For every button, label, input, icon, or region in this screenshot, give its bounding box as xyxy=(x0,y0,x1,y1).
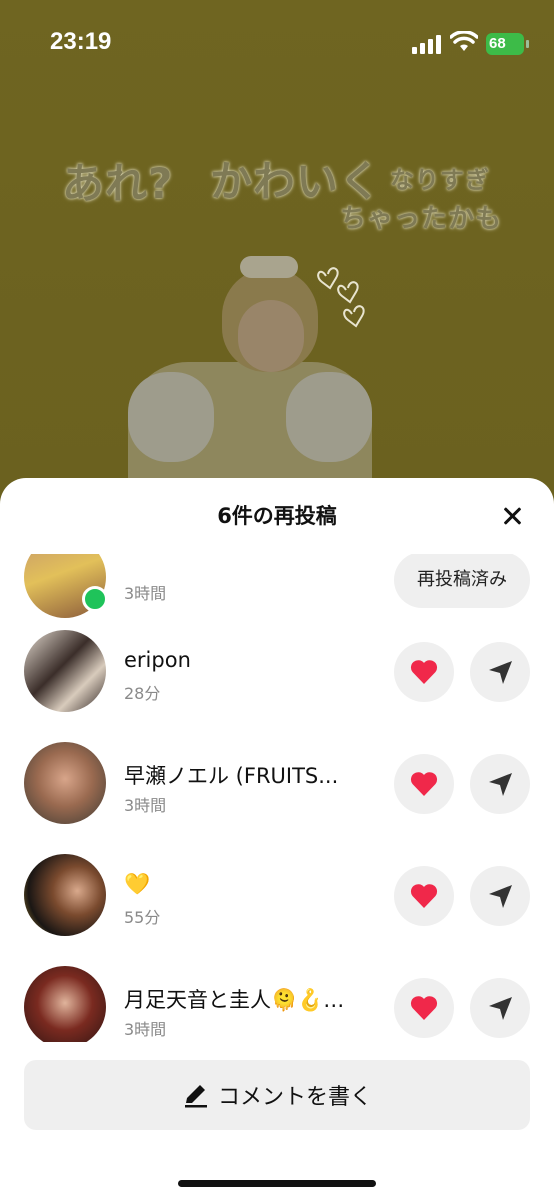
video-figure xyxy=(286,372,372,462)
video-figure xyxy=(128,372,214,462)
sheet-title: 6件の再投稿 xyxy=(217,504,337,528)
share-button[interactable] xyxy=(470,754,530,814)
overlay-text: あれ? xyxy=(62,159,174,208)
close-icon[interactable] xyxy=(496,502,528,534)
battery-tip xyxy=(526,40,529,48)
video-figure xyxy=(238,300,304,372)
share-button[interactable] xyxy=(470,866,530,926)
send-icon xyxy=(489,773,512,796)
status-time: 23:19 xyxy=(50,28,112,55)
repost-time: 28分 xyxy=(124,684,161,703)
list-item[interactable]: 月足天音と圭人🫠🪝… 3時間 xyxy=(0,966,554,1042)
battery-icon: 68 xyxy=(486,33,524,55)
status-bar: 23:19 68 xyxy=(0,0,554,90)
reposts-sheet: 6件の再投稿 3時間 再投稿済み eripon 28分 早瀬ノエル (FRUIT… xyxy=(0,478,554,1199)
send-icon xyxy=(489,661,512,684)
like-button[interactable] xyxy=(394,642,454,702)
repost-time: 55分 xyxy=(124,908,161,927)
avatar[interactable] xyxy=(24,966,106,1042)
repost-time: 3時間 xyxy=(124,796,167,815)
share-button[interactable] xyxy=(470,978,530,1038)
online-status-dot xyxy=(82,586,108,612)
signal-icon xyxy=(412,34,444,54)
list-item[interactable]: 💛 55分 xyxy=(0,854,554,966)
repost-time: 3時間 xyxy=(124,584,167,603)
list-item[interactable]: 早瀬ノエル (FRUITS... 3時間 xyxy=(0,742,554,854)
repost-list[interactable]: 3時間 再投稿済み eripon 28分 早瀬ノエル (FRUITS... 3時… xyxy=(0,554,554,1042)
send-icon xyxy=(489,885,512,908)
pen-icon xyxy=(184,1085,207,1108)
send-icon xyxy=(489,997,512,1020)
user-name[interactable]: 早瀬ノエル (FRUITS... xyxy=(124,760,338,790)
write-comment-label: コメントを書く xyxy=(217,1085,372,1110)
wifi-icon xyxy=(450,31,478,51)
share-button[interactable] xyxy=(470,642,530,702)
heart-icon xyxy=(410,884,438,908)
reposted-button[interactable]: 再投稿済み xyxy=(394,554,530,608)
repost-time: 3時間 xyxy=(124,1020,167,1039)
user-name[interactable]: 月足天音と圭人🫠🪝… xyxy=(124,984,344,1014)
heart-icon xyxy=(410,660,438,684)
like-button[interactable] xyxy=(394,754,454,814)
avatar[interactable] xyxy=(24,630,106,712)
overlay-text: ちゃったかも xyxy=(340,204,503,234)
heart-icon xyxy=(410,772,438,796)
avatar[interactable] xyxy=(24,742,106,824)
home-indicator xyxy=(178,1180,376,1187)
list-item[interactable]: 3時間 再投稿済み xyxy=(0,554,554,632)
heart-icon xyxy=(410,996,438,1020)
video-figure xyxy=(240,256,298,278)
hearts-doodle xyxy=(317,267,365,328)
avatar[interactable] xyxy=(24,854,106,936)
write-comment-button[interactable]: コメントを書く xyxy=(24,1060,530,1130)
like-button[interactable] xyxy=(394,866,454,926)
list-item[interactable]: eripon 28分 xyxy=(0,630,554,742)
user-name[interactable]: 💛 xyxy=(124,872,150,897)
like-button[interactable] xyxy=(394,978,454,1038)
overlay-text: なりすぎ xyxy=(390,166,490,194)
user-name[interactable]: eripon xyxy=(124,648,191,672)
